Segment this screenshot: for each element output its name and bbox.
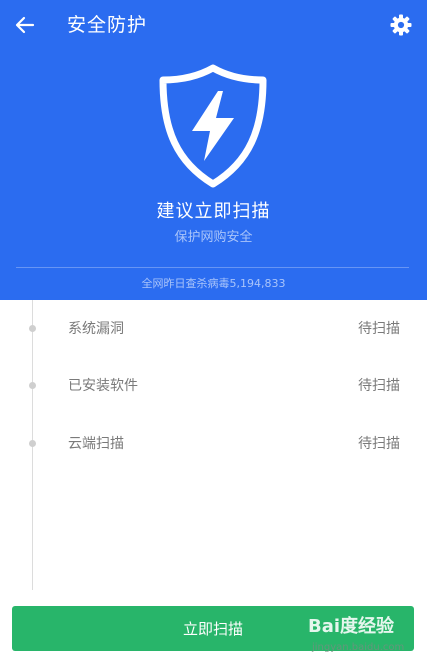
shield-lightning-icon <box>159 64 267 188</box>
watermark-url: jingyan.baidu.com <box>312 642 405 653</box>
timeline-dot <box>29 382 36 389</box>
scan-item-installed-software: 已安装软件 待扫描 <box>0 371 427 401</box>
scan-item-cloud-scan: 云端扫描 待扫描 <box>0 429 427 459</box>
scan-item-label: 云端扫描 <box>68 436 124 452</box>
timeline-dot <box>29 440 36 447</box>
scan-item-label: 已安装软件 <box>68 378 138 394</box>
scan-item-status: 待扫描 <box>358 436 400 452</box>
gear-icon[interactable] <box>389 13 413 37</box>
header-divider <box>16 267 409 268</box>
scan-item-label: 系统漏洞 <box>68 321 124 337</box>
baidu-jingyan-watermark: Bai度经验 jingyan.baidu.com <box>308 615 423 661</box>
scan-item-system-vulnerability: 系统漏洞 待扫描 <box>0 314 427 344</box>
page-title: 安全防护 <box>67 14 148 36</box>
timeline-dot <box>29 325 36 332</box>
scan-item-status: 待扫描 <box>358 321 400 337</box>
protection-subtitle: 保护网购安全 <box>174 230 253 245</box>
header-panel: 安全防护 建议立即扫描 保护网购安全 全网昨日查杀病毒5,194,833 <box>0 0 427 300</box>
scan-recommendation-heading: 建议立即扫描 <box>156 201 271 222</box>
scan-item-status: 待扫描 <box>358 378 400 394</box>
back-arrow-icon[interactable] <box>13 13 37 37</box>
virus-stats-text: 全网昨日查杀病毒5,194,833 <box>141 277 286 290</box>
watermark-brand: Bai度经验 <box>308 616 395 637</box>
